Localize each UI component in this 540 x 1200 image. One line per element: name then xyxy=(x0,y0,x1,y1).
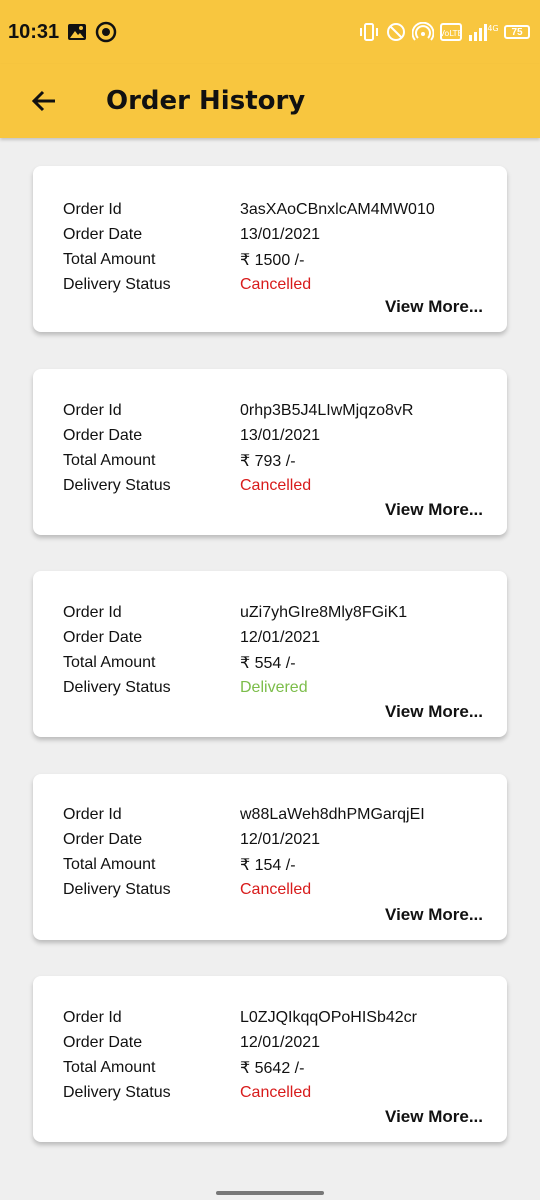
order-id-label: Order Id xyxy=(63,401,122,419)
order-date-label: Order Date xyxy=(63,628,143,646)
total-amount-value: ₹ 5642 /- xyxy=(240,1059,305,1077)
total-amount-row: Total Amount ₹ 5642 /- xyxy=(63,1055,487,1080)
view-more-button[interactable]: View More... xyxy=(385,702,483,722)
order-id-label: Order Id xyxy=(63,805,122,823)
delivery-status-label: Delivery Status xyxy=(63,880,171,898)
order-id-value: 0rhp3B5J4LIwMjqzo8vR xyxy=(240,401,414,419)
vibrate-icon xyxy=(358,22,380,42)
order-date-value: 12/01/2021 xyxy=(240,1033,321,1051)
image-icon xyxy=(67,23,87,41)
order-date-label: Order Date xyxy=(63,225,143,243)
order-date-row: Order Date 13/01/2021 xyxy=(63,423,487,448)
order-id-label: Order Id xyxy=(63,1008,122,1026)
svg-text:VoLTE: VoLTE xyxy=(440,29,462,38)
order-id-value: uZi7yhGIre8Mly8FGiK1 xyxy=(240,603,408,621)
delivery-status-row: Delivery Status Delivered xyxy=(63,675,487,700)
delivery-status-row: Delivery Status Cancelled xyxy=(63,473,487,498)
order-id-row: Order Id L0ZJQIkqqOPoHISb42cr xyxy=(63,1005,487,1030)
order-id-row: Order Id uZi7yhGIre8Mly8FGiK1 xyxy=(63,600,487,625)
order-id-value: 3asXAoCBnxlcAM4MW010 xyxy=(240,200,435,218)
order-card[interactable]: Order Id 3asXAoCBnxlcAM4MW010 Order Date… xyxy=(33,166,507,332)
total-amount-value: ₹ 793 /- xyxy=(240,452,296,470)
total-amount-label: Total Amount xyxy=(63,653,156,671)
delivery-status-value: Cancelled xyxy=(240,275,312,293)
order-date-row: Order Date 13/01/2021 xyxy=(63,222,487,247)
delivery-status-value: Cancelled xyxy=(240,1083,312,1101)
delivery-status-value: Cancelled xyxy=(240,476,312,494)
view-more-button[interactable]: View More... xyxy=(385,500,483,520)
order-id-row: Order Id 3asXAoCBnxlcAM4MW010 xyxy=(63,197,487,222)
order-date-label: Order Date xyxy=(63,426,143,444)
order-id-value: L0ZJQIkqqOPoHISb42cr xyxy=(240,1008,417,1026)
home-gesture-handle[interactable] xyxy=(216,1190,324,1195)
order-id-row: Order Id w88LaWeh8dhPMGarqjEI xyxy=(63,802,487,827)
order-card[interactable]: Order Id w88LaWeh8dhPMGarqjEI Order Date… xyxy=(33,774,507,940)
order-date-value: 13/01/2021 xyxy=(240,225,321,243)
battery-icon: 75 xyxy=(504,25,530,39)
delivery-status-row: Delivery Status Cancelled xyxy=(63,272,487,297)
status-bar-right: VoLTE 4G 75 xyxy=(358,22,530,42)
view-more-button[interactable]: View More... xyxy=(385,1107,483,1127)
order-date-value: 13/01/2021 xyxy=(240,426,321,444)
volte-icon: VoLTE xyxy=(440,22,462,42)
delivery-status-row: Delivery Status Cancelled xyxy=(63,877,487,902)
total-amount-value: ₹ 1500 /- xyxy=(240,251,305,269)
total-amount-value: ₹ 154 /- xyxy=(240,856,296,874)
svg-text:4G: 4G xyxy=(487,24,498,33)
order-card[interactable]: Order Id 0rhp3B5J4LIwMjqzo8vR Order Date… xyxy=(33,369,507,535)
delivery-status-label: Delivery Status xyxy=(63,678,171,696)
total-amount-label: Total Amount xyxy=(63,250,156,268)
status-time: 10:31 xyxy=(8,20,60,43)
total-amount-row: Total Amount ₹ 154 /- xyxy=(63,852,487,877)
hotspot-icon xyxy=(412,22,434,42)
total-amount-label: Total Amount xyxy=(63,1058,156,1076)
order-date-row: Order Date 12/01/2021 xyxy=(63,625,487,650)
order-list[interactable]: Order Id 3asXAoCBnxlcAM4MW010 Order Date… xyxy=(0,138,540,1177)
order-card[interactable]: Order Id L0ZJQIkqqOPoHISb42cr Order Date… xyxy=(33,976,507,1142)
navigation-bar xyxy=(0,1177,540,1200)
order-id-value: w88LaWeh8dhPMGarqjEI xyxy=(240,805,425,823)
order-date-label: Order Date xyxy=(63,830,143,848)
status-bar: 10:31 VoLTE 4G 75 xyxy=(0,0,540,64)
order-id-label: Order Id xyxy=(63,200,122,218)
delivery-status-row: Delivery Status Cancelled xyxy=(63,1080,487,1105)
circle-app-icon xyxy=(95,21,117,43)
total-amount-row: Total Amount ₹ 554 /- xyxy=(63,650,487,675)
total-amount-label: Total Amount xyxy=(63,855,156,873)
view-more-button[interactable]: View More... xyxy=(385,905,483,925)
order-id-label: Order Id xyxy=(63,603,122,621)
total-amount-label: Total Amount xyxy=(63,451,156,469)
delivery-status-value: Cancelled xyxy=(240,880,312,898)
page-title: Order History xyxy=(106,86,306,116)
order-date-value: 12/01/2021 xyxy=(240,830,321,848)
order-id-row: Order Id 0rhp3B5J4LIwMjqzo8vR xyxy=(63,398,487,423)
app-bar: Order History xyxy=(0,64,540,138)
view-more-button[interactable]: View More... xyxy=(385,297,483,317)
order-date-row: Order Date 12/01/2021 xyxy=(63,827,487,852)
total-amount-row: Total Amount ₹ 1500 /- xyxy=(63,247,487,272)
delivery-status-label: Delivery Status xyxy=(63,275,171,293)
arrow-left-icon xyxy=(31,90,55,112)
do-not-disturb-icon xyxy=(386,22,406,42)
total-amount-row: Total Amount ₹ 793 /- xyxy=(63,448,487,473)
signal-icon: 4G xyxy=(468,22,498,42)
order-date-row: Order Date 12/01/2021 xyxy=(63,1030,487,1055)
order-date-value: 12/01/2021 xyxy=(240,628,321,646)
total-amount-value: ₹ 554 /- xyxy=(240,654,296,672)
status-bar-left: 10:31 xyxy=(8,21,117,44)
delivery-status-label: Delivery Status xyxy=(63,1083,171,1101)
back-button[interactable] xyxy=(20,77,68,125)
order-card[interactable]: Order Id uZi7yhGIre8Mly8FGiK1 Order Date… xyxy=(33,571,507,737)
delivery-status-value: Delivered xyxy=(240,678,308,696)
order-date-label: Order Date xyxy=(63,1033,143,1051)
delivery-status-label: Delivery Status xyxy=(63,476,171,494)
